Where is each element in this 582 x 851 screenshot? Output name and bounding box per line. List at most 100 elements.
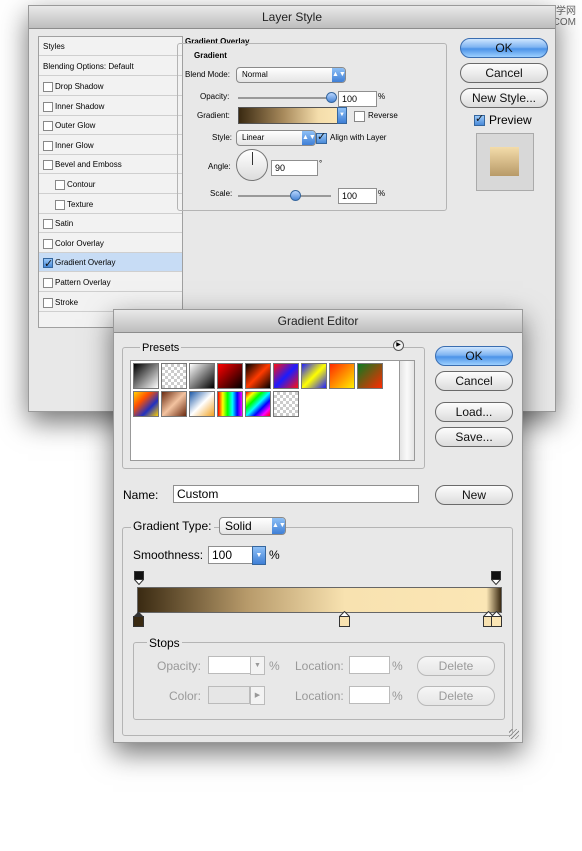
style-item-checkbox[interactable] xyxy=(43,121,53,132)
preset-swatch[interactable] xyxy=(273,363,299,389)
color-location-label: Location: xyxy=(295,689,344,703)
scale-field[interactable]: 100 xyxy=(338,188,377,204)
style-item-checkbox[interactable] xyxy=(43,219,53,230)
gradient-cancel-button[interactable]: Cancel xyxy=(435,371,513,391)
preset-swatch[interactable] xyxy=(161,391,187,417)
preview-thumbnail xyxy=(476,133,534,191)
preset-swatch[interactable] xyxy=(189,391,215,417)
stop-color-label: Color: xyxy=(169,689,202,703)
align-with-layer-label: Align with Layer xyxy=(330,133,387,142)
style-item-label: Gradient Overlay xyxy=(55,258,116,268)
preset-swatch[interactable] xyxy=(189,363,215,389)
style-item-inner-glow[interactable]: Inner Glow xyxy=(39,136,182,155)
color-stop-middle[interactable] xyxy=(338,610,351,632)
blending-options-item[interactable]: Blending Options: Default xyxy=(39,57,182,76)
preset-swatch[interactable] xyxy=(357,363,383,389)
stop-opacity-field[interactable] xyxy=(208,656,251,674)
name-field[interactable]: Custom xyxy=(173,485,419,503)
style-item-texture[interactable]: Texture xyxy=(39,195,182,214)
color-delete-button[interactable]: Delete xyxy=(417,686,495,706)
preset-swatch[interactable] xyxy=(245,363,271,389)
preset-swatch[interactable] xyxy=(301,363,327,389)
gradient-subheading: Gradient xyxy=(194,51,227,60)
style-item-checkbox[interactable] xyxy=(55,180,65,190)
opacity-location-label: Location: xyxy=(295,659,344,673)
gradient-preview-swatch[interactable] xyxy=(238,107,339,124)
preset-swatch[interactable] xyxy=(133,391,159,417)
styles-header[interactable]: Styles xyxy=(39,37,182,56)
color-location-field[interactable] xyxy=(349,686,390,704)
preset-swatch[interactable] xyxy=(217,391,243,417)
preset-swatch[interactable] xyxy=(161,363,187,389)
gradient-ok-button[interactable]: OK xyxy=(435,346,513,366)
style-item-pattern-overlay[interactable]: Pattern Overlay xyxy=(39,273,182,292)
style-item-inner-shadow[interactable]: Inner Shadow xyxy=(39,97,182,116)
opacity-delete-button[interactable]: Delete xyxy=(417,656,495,676)
blend-mode-label: Blend Mode: xyxy=(185,70,230,79)
style-item-label: Contour xyxy=(67,180,96,189)
reverse-checkbox[interactable] xyxy=(354,111,365,122)
preset-swatch[interactable] xyxy=(217,363,243,389)
style-item-checkbox[interactable] xyxy=(43,297,53,308)
new-style-button[interactable]: New Style... xyxy=(460,88,548,108)
preset-swatch[interactable] xyxy=(273,391,299,417)
stop-opacity-dropdown[interactable]: ▼ xyxy=(250,656,265,675)
color-stop-left[interactable] xyxy=(133,611,144,632)
color-stop-right-b[interactable] xyxy=(490,610,503,632)
style-item-label: Outer Glow xyxy=(55,121,96,131)
gradient-new-button[interactable]: New xyxy=(435,485,513,505)
smoothness-field[interactable]: 100 xyxy=(208,546,254,564)
style-item-gradient-overlay[interactable]: Gradient Overlay xyxy=(39,253,182,274)
gradient-save-button[interactable]: Save... xyxy=(435,427,513,447)
style-item-bevel-and-emboss[interactable]: Bevel and Emboss xyxy=(39,155,182,175)
angle-dial[interactable] xyxy=(236,149,268,181)
align-with-layer-checkbox[interactable] xyxy=(316,130,327,144)
smoothness-dropdown-arrow[interactable]: ▼ xyxy=(252,546,266,565)
style-item-label: Bevel and Emboss xyxy=(55,160,122,170)
opacity-field[interactable]: 100 xyxy=(338,91,377,107)
style-item-checkbox[interactable] xyxy=(43,160,53,171)
opacity-location-field[interactable] xyxy=(349,656,390,674)
stops-label: Stops xyxy=(147,636,182,650)
opacity-slider-track[interactable] xyxy=(238,97,331,99)
scale-unit: % xyxy=(378,189,386,198)
gradient-load-button[interactable]: Load... xyxy=(435,402,513,422)
stop-opacity-label: Opacity: xyxy=(157,659,202,673)
style-select[interactable]: Linear ▲▼ xyxy=(236,130,316,146)
presets-menu-icon[interactable]: ▶ xyxy=(393,340,404,351)
style-item-contour[interactable]: Contour xyxy=(39,175,182,194)
opacity-location-unit: % xyxy=(392,659,403,673)
style-item-checkbox[interactable] xyxy=(55,199,65,210)
resize-grip-icon[interactable] xyxy=(509,729,519,739)
scale-slider-track[interactable] xyxy=(238,195,331,197)
angle-dial-needle xyxy=(252,152,253,165)
style-item-color-overlay[interactable]: Color Overlay xyxy=(39,234,182,253)
scale-slider-thumb[interactable] xyxy=(290,190,301,201)
blend-mode-select[interactable]: Normal ▲▼ xyxy=(236,67,346,83)
style-item-checkbox[interactable] xyxy=(43,82,53,92)
layer-style-ok-button[interactable]: OK xyxy=(460,38,548,58)
style-item-checkbox[interactable] xyxy=(43,140,53,151)
stop-color-swatch[interactable] xyxy=(208,686,250,704)
preview-checkbox[interactable] xyxy=(474,112,485,126)
angle-unit: ° xyxy=(319,159,323,168)
opacity-label: Opacity: xyxy=(200,92,230,101)
style-item-outer-glow[interactable]: Outer Glow xyxy=(39,116,182,136)
style-item-satin[interactable]: Satin xyxy=(39,214,182,234)
gradient-bar[interactable] xyxy=(137,587,502,613)
preset-swatch[interactable] xyxy=(133,363,159,389)
style-item-checkbox[interactable] xyxy=(43,101,53,112)
style-item-checkbox[interactable] xyxy=(43,278,53,288)
preset-swatch[interactable] xyxy=(329,363,355,389)
gradient-type-select[interactable]: Solid ▲▼ xyxy=(219,517,286,535)
style-item-drop-shadow[interactable]: Drop Shadow xyxy=(39,77,182,96)
style-item-checkbox[interactable] xyxy=(43,255,53,274)
gradient-dropdown-arrow[interactable]: ▼ xyxy=(337,107,347,124)
style-item-checkbox[interactable] xyxy=(43,238,53,249)
stop-color-arrow-icon[interactable]: ▶ xyxy=(250,686,265,705)
presets-scrollbar[interactable] xyxy=(399,360,415,461)
preset-swatch[interactable] xyxy=(245,391,271,417)
opacity-slider-thumb[interactable] xyxy=(326,92,337,103)
angle-field[interactable]: 90 xyxy=(271,160,318,176)
layer-style-cancel-button[interactable]: Cancel xyxy=(460,63,548,83)
